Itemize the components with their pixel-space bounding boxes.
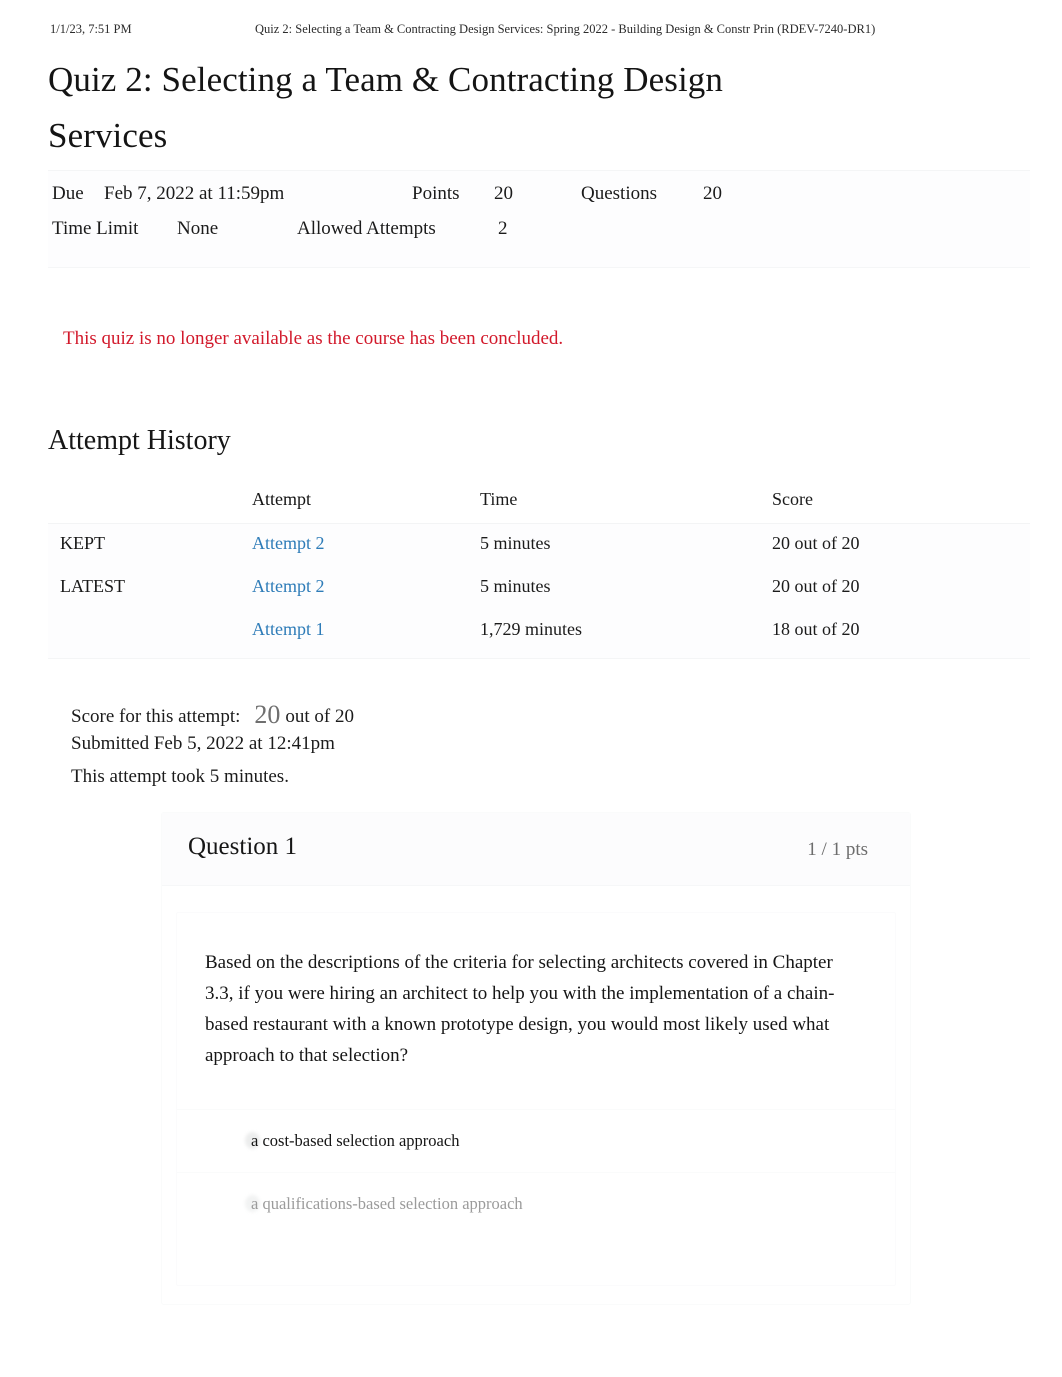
attempt-summary: Score for this attempt: 20 out of 20 Submi…: [71, 700, 354, 799]
quiz-details-row-2: Time Limit None Allowed Attempts 2: [48, 218, 1030, 253]
time-limit-value: None: [177, 218, 219, 239]
questions-value: 20: [703, 183, 722, 204]
table-row: Attempt 1 1,729 minutes 18 out of 20: [48, 610, 1030, 659]
quiz-details-table: Due Feb 7, 2022 at 11:59pm Points 20 Que…: [48, 170, 1030, 268]
attempt-link[interactable]: Attempt 2: [252, 576, 325, 596]
attempt-history-heading: Attempt History: [48, 425, 231, 456]
due-value: Feb 7, 2022 at 11:59pm: [104, 183, 285, 204]
question-title: Question 1: [188, 833, 298, 860]
attempt-score: 18 out of 20: [772, 619, 860, 639]
quiz-details-row-1: Due Feb 7, 2022 at 11:59pm Points 20 Que…: [48, 183, 1030, 218]
allowed-attempts-label: Allowed Attempts: [297, 218, 436, 239]
points-value: 20: [494, 183, 513, 204]
column-header-time: Time: [480, 489, 518, 509]
attempt-time: 5 minutes: [480, 576, 551, 596]
score-line: Score for this attempt: 20 out of 20: [71, 700, 354, 733]
print-timestamp: 1/1/23, 7:51 PM: [50, 22, 132, 36]
quiz-unavailable-alert: This quiz is no longer available as the …: [63, 328, 564, 349]
column-header-attempt: Attempt: [252, 489, 311, 509]
column-header-score: Score: [772, 489, 813, 509]
duration-line: This attempt took 5 minutes.: [71, 766, 289, 787]
question-body: Based on the descriptions of the criteri…: [176, 912, 896, 1286]
attempt-history-table: Attempt Time Score KEPT Attempt 2 5 minu…: [48, 480, 1030, 659]
time-limit-label: Time Limit: [52, 218, 139, 239]
attempt-score: 20 out of 20: [772, 576, 860, 596]
attempt-link-cell: Attempt 2: [252, 533, 325, 554]
attempt-link[interactable]: Attempt 2: [252, 533, 325, 553]
question-header: Question 1 1 / 1 pts: [162, 813, 910, 886]
question-points: 1 / 1 pts: [807, 839, 868, 860]
questions-label: Questions: [581, 183, 657, 204]
print-document-title: Quiz 2: Selecting a Team & Contracting D…: [255, 22, 876, 36]
answer-option[interactable]: a cost-based selection approach: [177, 1109, 895, 1172]
answer-label: a qualifications-based selection approac…: [251, 1194, 523, 1213]
attempt-flag: LATEST: [60, 576, 125, 596]
answer-option[interactable]: a qualifications-based selection approac…: [177, 1172, 895, 1235]
question-text: Based on the descriptions of the criteri…: [205, 952, 835, 1066]
attempt-score: 20 out of 20: [772, 533, 860, 553]
allowed-attempts-value: 2: [498, 218, 508, 239]
score-out-of: out of 20: [285, 706, 354, 727]
submitted-line: Submitted Feb 5, 2022 at 12:41pm: [71, 733, 335, 754]
attempt-link-cell: Attempt 1: [252, 619, 325, 640]
answer-label: a cost-based selection approach: [251, 1131, 460, 1150]
attempt-time: 1,729 minutes: [480, 619, 582, 639]
answer-list: a cost-based selection approach a qualif…: [177, 1109, 895, 1235]
attempt-link[interactable]: Attempt 1: [252, 619, 325, 639]
score-value: 20: [254, 700, 281, 729]
attempt-flag: KEPT: [60, 533, 105, 553]
score-label: Score for this attempt:: [71, 706, 241, 727]
page-title: Quiz 2: Selecting a Team & Contracting D…: [48, 60, 724, 155]
points-label: Points: [412, 183, 460, 204]
attempt-link-cell: Attempt 2: [252, 576, 325, 597]
print-header: 1/1/23, 7:51 PM Quiz 2: Selecting a Team…: [0, 22, 1062, 40]
table-header-row: Attempt Time Score: [48, 480, 1030, 524]
due-label: Due: [52, 183, 84, 204]
table-row: KEPT Attempt 2 5 minutes 20 out of 20: [48, 524, 1030, 567]
question-card: Question 1 1 / 1 pts Based on the descri…: [161, 812, 911, 1305]
attempt-time: 5 minutes: [480, 533, 551, 553]
table-row: LATEST Attempt 2 5 minutes 20 out of 20: [48, 567, 1030, 610]
